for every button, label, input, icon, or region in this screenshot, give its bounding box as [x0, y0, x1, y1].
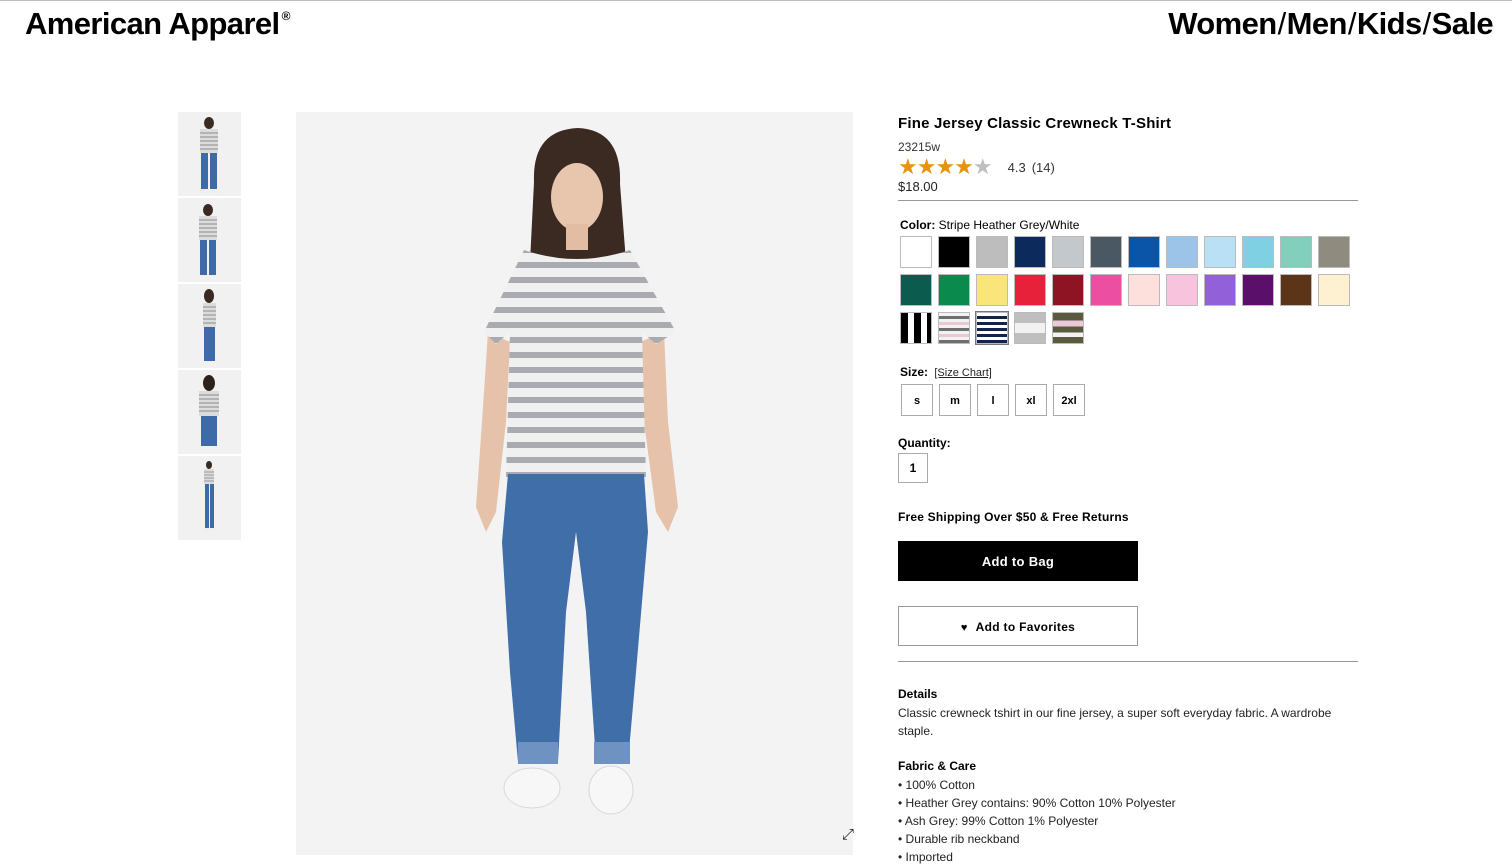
thumbnail-full[interactable] — [178, 456, 241, 540]
nav-sale[interactable]: Sale — [1432, 6, 1494, 42]
color-swatch[interactable] — [1090, 274, 1122, 306]
nav-men[interactable]: Men — [1287, 6, 1348, 42]
color-swatch[interactable] — [1166, 274, 1198, 306]
color-swatch[interactable] — [1318, 236, 1350, 268]
color-swatch[interactable] — [1280, 274, 1312, 306]
color-swatch[interactable] — [1014, 274, 1046, 306]
color-swatch[interactable] — [1318, 274, 1350, 306]
heart-icon: ♥ — [960, 622, 968, 634]
thumbnail-angle[interactable] — [178, 198, 241, 282]
brand-name: American Apparel — [25, 6, 280, 41]
registered-mark: ® — [281, 9, 291, 23]
details-heading: Details — [898, 687, 938, 701]
color-swatch[interactable] — [938, 274, 970, 306]
size-label-key: Size: — [900, 365, 929, 379]
thumbnail-back[interactable] — [178, 370, 241, 454]
size-option-m[interactable]: m — [939, 384, 971, 416]
nav-separator: / — [1277, 6, 1287, 41]
thumbnail-front[interactable] — [178, 112, 241, 196]
thumbnail-list — [178, 112, 241, 542]
product-sku: 23215w — [898, 140, 941, 154]
stars-filled: ★★★★ — [898, 154, 974, 179]
details-text: Classic crewneck tshirt in our fine jers… — [898, 706, 1332, 738]
stars-empty: ★ — [972, 154, 993, 179]
product-main-image[interactable] — [296, 112, 853, 855]
color-label: Color: Stripe Heather Grey/White — [900, 218, 1079, 232]
star-rating-icon: ★★★★★ — [898, 154, 993, 179]
color-label-key: Color: — [900, 218, 936, 232]
fabric-item: • Ash Grey: 99% Cotton 1% Polyester — [898, 814, 1099, 828]
nav-separator: / — [1422, 6, 1432, 41]
add-to-favorites-button[interactable]: ♥ Add to Favorites — [898, 606, 1138, 646]
thumbnail-side[interactable] — [178, 284, 241, 368]
fabric-item: • Durable rib neckband — [898, 832, 1020, 846]
fabric-item: • 100% Cotton — [898, 778, 975, 792]
color-swatch[interactable] — [900, 312, 932, 344]
color-swatch[interactable] — [1014, 236, 1046, 268]
color-swatch[interactable] — [1128, 274, 1160, 306]
product-rating[interactable]: ★★★★★ 4.3 (14) — [898, 156, 1055, 178]
color-swatch[interactable] — [1052, 236, 1084, 268]
quantity-label: Quantity: — [898, 436, 951, 450]
color-swatch[interactable] — [938, 312, 970, 344]
nav-women[interactable]: Women — [1168, 6, 1277, 42]
add-to-favorites-label: Add to Favorites — [975, 620, 1076, 634]
nav-kids[interactable]: Kids — [1357, 6, 1422, 42]
quantity-select[interactable]: 1 — [898, 453, 928, 483]
selected-color: Stripe Heather Grey/White — [938, 218, 1080, 232]
size-option-s[interactable]: s — [901, 384, 933, 416]
color-swatch[interactable] — [1166, 236, 1198, 268]
size-chart-link[interactable]: [Size Chart] — [934, 367, 991, 379]
fabric-list: • 100% Cotton • Heather Grey contains: 9… — [898, 776, 1176, 866]
size-option-l[interactable]: l — [977, 384, 1009, 416]
color-swatch[interactable] — [1090, 236, 1122, 268]
brand-logo[interactable]: American Apparel ® — [25, 6, 290, 42]
color-swatch[interactable] — [1014, 312, 1046, 344]
size-option-xl[interactable]: xl — [1015, 384, 1047, 416]
color-swatch[interactable] — [900, 236, 932, 268]
size-option-2xl[interactable]: 2xl — [1053, 384, 1085, 416]
top-border — [0, 0, 1512, 1]
product-title: Fine Jersey Classic Crewneck T-Shirt — [898, 115, 1172, 132]
fabric-heading: Fabric & Care — [898, 759, 977, 773]
color-swatch[interactable] — [900, 274, 932, 306]
color-swatch[interactable] — [1204, 236, 1236, 268]
color-swatch[interactable] — [976, 236, 1008, 268]
rating-value: 4.3 — [1007, 159, 1026, 175]
color-swatch[interactable] — [1052, 274, 1084, 306]
color-swatch[interactable] — [1242, 274, 1274, 306]
nav-separator: / — [1347, 6, 1357, 41]
product-price: $18.00 — [898, 179, 938, 194]
color-swatch[interactable] — [1242, 236, 1274, 268]
divider — [898, 661, 1358, 662]
color-swatch[interactable] — [975, 311, 1009, 345]
fabric-item: • Heather Grey contains: 90% Cotton 10% … — [898, 796, 1176, 810]
color-swatch[interactable] — [1280, 236, 1312, 268]
color-swatch[interactable] — [1204, 274, 1236, 306]
expand-icon[interactable]: ⤢ — [839, 826, 857, 844]
review-count[interactable]: (14) — [1032, 160, 1055, 175]
shipping-note: Free Shipping Over $50 & Free Returns — [898, 510, 1129, 524]
color-swatch[interactable] — [976, 274, 1008, 306]
top-nav: Women / Men / Kids / Sale — [1168, 6, 1493, 42]
color-swatch[interactable] — [938, 236, 970, 268]
size-label: Size: [Size Chart] — [900, 365, 992, 379]
color-swatch[interactable] — [1052, 312, 1084, 344]
fabric-item: • Imported — [898, 850, 953, 864]
color-swatch[interactable] — [1128, 236, 1160, 268]
add-to-bag-button[interactable]: Add to Bag — [898, 541, 1138, 581]
divider — [898, 200, 1358, 201]
